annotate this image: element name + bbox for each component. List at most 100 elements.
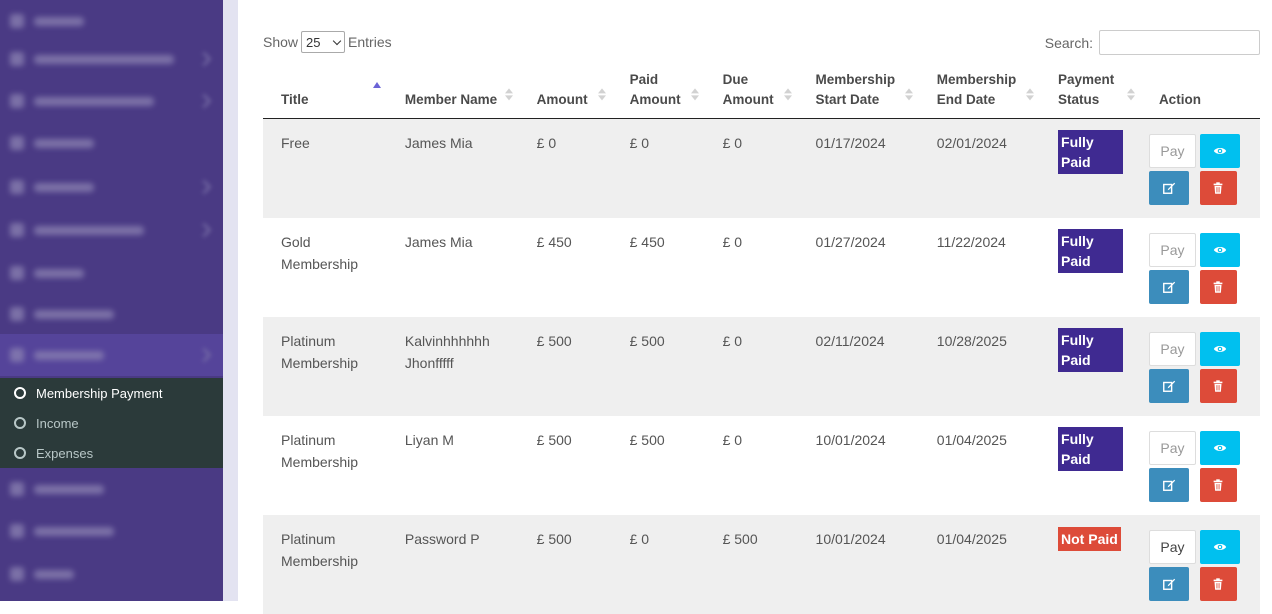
edit-icon [1162,280,1176,294]
cell-actions: Pay [1141,317,1260,416]
table-row: PlatinumMembershipLiyan M£ 500£ 500£ 010… [263,416,1260,515]
main-content: Show 25 Entries Search: TitleMember Name… [238,0,1272,601]
column-header[interactable]: Member Name [387,66,519,119]
sidebar-item-blurred[interactable] [0,252,223,294]
cell-paid-amount: £ 0 [612,119,705,219]
column-header[interactable]: MembershipEnd Date [919,66,1040,119]
eye-icon [1213,342,1227,356]
cell-amount: £ 500 [519,317,612,416]
eye-icon [1213,540,1227,554]
sidebar-item-blurred[interactable] [0,468,223,510]
submenu-item-expenses[interactable]: Expenses [0,438,223,468]
cell-actions: Pay [1141,119,1260,219]
table-row: PlatinumMembershipPassword P£ 500£ 0£ 50… [263,515,1260,614]
view-button[interactable] [1200,233,1240,267]
eye-icon [1213,144,1227,158]
column-header[interactable]: MembershipStart Date [798,66,919,119]
column-header[interactable]: PaymentStatus [1040,66,1141,119]
cell-text: Platinum [281,429,369,451]
sidebar-item-blurred[interactable] [0,293,223,335]
edit-icon [1162,478,1176,492]
cell-actions: Pay [1141,218,1260,317]
cell-end-date: 01/04/2025 [919,416,1040,515]
cell-end-date: 10/28/2025 [919,317,1040,416]
cell-text: Liyan M [405,429,501,451]
column-header[interactable]: PaidAmount [612,66,705,119]
delete-button[interactable] [1200,567,1237,601]
pay-button[interactable]: Pay [1149,332,1196,366]
cell-text: Membership [281,352,369,374]
cell-title: PlatinumMembership [263,416,387,515]
eye-icon [1213,243,1227,257]
cell-paid-amount: £ 0 [612,515,705,614]
cell-member-name: Password P [387,515,519,614]
sort-icon [691,88,699,100]
cell-paid-amount: £ 450 [612,218,705,317]
view-button[interactable] [1200,431,1240,465]
cell-due-amount: £ 0 [705,416,798,515]
column-header-label: Paid [630,70,687,90]
sort-ascending-icon [373,82,381,88]
pay-button[interactable]: Pay [1149,431,1196,465]
sidebar-item-blurred-active[interactable] [0,334,223,376]
pay-button-label: Pay [1160,536,1184,558]
delete-button[interactable] [1200,171,1237,205]
column-header-label: Start Date [816,90,901,110]
sidebar-item-blurred[interactable] [0,38,223,80]
cell-actions: Pay [1141,515,1260,614]
membership-payment-table: Title Member Name Amount PaidAmountDueAmoun… [263,66,1260,614]
sidebar-item-blurred[interactable] [0,166,223,208]
column-header[interactable]: Title [263,66,387,119]
edit-button[interactable] [1149,270,1189,304]
status-badge: Fully Paid [1058,229,1123,273]
column-header[interactable]: DueAmount [705,66,798,119]
delete-button[interactable] [1200,369,1237,403]
column-header-label: Due [723,70,780,90]
edit-button[interactable] [1149,369,1189,403]
pay-button[interactable]: Pay [1149,530,1196,564]
cell-text: Kalvinhhhhhh [405,330,501,352]
sidebar-item-blurred[interactable] [0,80,223,122]
delete-button[interactable] [1200,468,1237,502]
submenu-item-membership-payment[interactable]: Membership Payment [0,378,223,408]
delete-button[interactable] [1200,270,1237,304]
chevron-down-icon [333,36,341,44]
sort-icon [598,88,606,100]
column-header-label: Action [1159,90,1242,110]
edit-button[interactable] [1149,468,1189,502]
sidebar-item-blurred[interactable] [0,510,223,552]
sidebar-item-blurred[interactable] [0,0,223,42]
cell-payment-status: Not Paid [1040,515,1141,614]
cell-payment-status: Fully Paid [1040,218,1141,317]
cell-title: GoldMembership [263,218,387,317]
entries-select[interactable]: 25 [301,31,345,53]
cell-title: PlatinumMembership [263,515,387,614]
sidebar-item-blurred[interactable] [0,209,223,251]
eye-icon [1213,441,1227,455]
cell-title: PlatinumMembership [263,317,387,416]
column-header-label: Membership [937,70,1022,90]
sidebar-item-blurred[interactable] [0,553,223,595]
entries-length-control: Show 25 Entries [263,31,392,53]
cell-due-amount: £ 0 [705,119,798,219]
cell-amount: £ 450 [519,218,612,317]
pay-button[interactable]: Pay [1149,233,1196,267]
edit-button[interactable] [1149,171,1189,205]
edit-icon [1162,577,1176,591]
sidebar-item-blurred[interactable] [0,122,223,164]
column-header-label: Member Name [405,90,501,110]
table-row: GoldMembershipJames Mia£ 450£ 450£ 001/2… [263,218,1260,317]
cell-start-date: 01/27/2024 [798,218,919,317]
view-button[interactable] [1200,332,1240,366]
pay-button[interactable]: Pay [1149,134,1196,168]
column-header[interactable]: Amount [519,66,612,119]
submenu-item-income[interactable]: Income [0,408,223,438]
view-button[interactable] [1200,134,1240,168]
submenu-item-label: Membership Payment [36,386,162,401]
edit-button[interactable] [1149,567,1189,601]
search-input[interactable] [1099,30,1260,55]
status-badge: Fully Paid [1058,427,1123,471]
cell-member-name: KalvinhhhhhhJhonfffff [387,317,519,416]
view-button[interactable] [1200,530,1240,564]
column-header-label: Amount [537,90,594,110]
